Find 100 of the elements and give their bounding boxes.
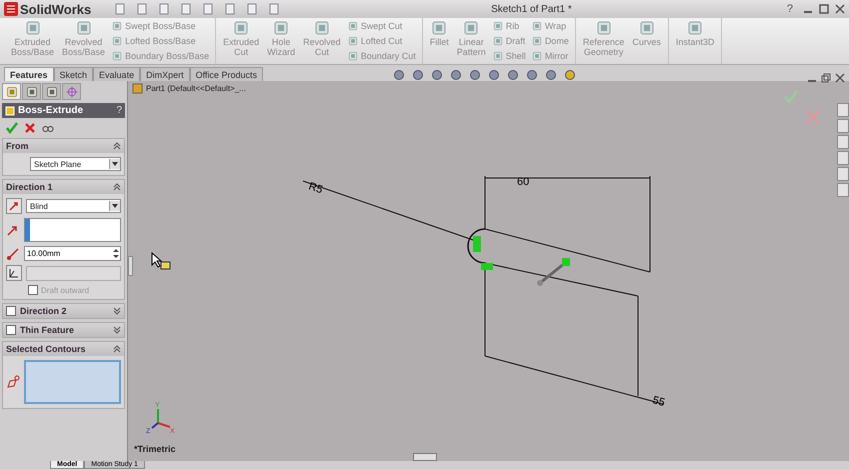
- help-button[interactable]: ?: [116, 105, 122, 116]
- collapse-icon: [113, 142, 121, 150]
- feature-icon: [112, 20, 122, 31]
- collapse-icon: [113, 345, 121, 353]
- panel-collapse-handle[interactable]: [128, 256, 133, 276]
- feature-icon: [596, 20, 612, 36]
- depth-icon: [6, 246, 20, 260]
- view-orientation-label: *Trimetric: [134, 444, 176, 454]
- draft-button[interactable]: [6, 265, 22, 281]
- ribbon-button[interactable]: Revolved Boss/Base: [59, 18, 108, 64]
- command-tab[interactable]: DimXpert: [140, 67, 190, 81]
- part-icon: [132, 83, 143, 94]
- window-title: Sketch1 of Part1 *: [490, 4, 573, 14]
- sketch-relation-icon: [473, 236, 493, 270]
- drag-arrow-icon: [537, 258, 570, 286]
- feature-icon: [532, 36, 542, 46]
- feature-icon: [273, 20, 290, 36]
- ribbon-button[interactable]: Hole Wizard: [264, 18, 298, 64]
- ribbon-button[interactable]: Revolved Cut: [300, 18, 344, 64]
- ribbon-button[interactable]: Rib: [490, 20, 528, 31]
- feature-icon: [532, 51, 542, 62]
- property-icon: [26, 86, 38, 98]
- feature-icon: [348, 51, 358, 62]
- ribbon-button[interactable]: Lofted Boss/Base: [110, 36, 212, 46]
- ribbon-button[interactable]: Dome: [530, 36, 571, 46]
- manager-tab[interactable]: [22, 83, 41, 100]
- ribbon-button[interactable]: Linear Pattern: [454, 18, 489, 64]
- command-tab[interactable]: Features: [4, 67, 54, 81]
- feature-icon: [24, 20, 41, 36]
- ribbon-button[interactable]: Boundary Boss/Base: [110, 51, 212, 62]
- app-logo: SolidWorks: [4, 2, 92, 16]
- close-icon[interactable]: [835, 73, 845, 83]
- ribbon-button[interactable]: Swept Cut: [346, 20, 418, 31]
- manager-tab[interactable]: [42, 83, 61, 100]
- ribbon-button[interactable]: Extruded Cut: [220, 18, 262, 64]
- dimension-label[interactable]: R5: [307, 180, 324, 196]
- ribbon-button[interactable]: Curves: [629, 18, 664, 64]
- feature-icon: [638, 20, 655, 36]
- feature-title: Boss-Extrude: [18, 105, 84, 116]
- depth-field[interactable]: 10.00mm: [24, 246, 121, 261]
- feature-icon: [492, 36, 503, 46]
- caret-icon: [109, 201, 120, 211]
- reverse-direction-button[interactable]: [6, 198, 22, 214]
- command-tab[interactable]: Office Products: [190, 67, 263, 81]
- ribbon-button[interactable]: Boundary Cut: [346, 51, 418, 62]
- caret-icon: [109, 159, 120, 169]
- close-icon[interactable]: [835, 4, 845, 14]
- from-dropdown[interactable]: Sketch Plane: [30, 157, 121, 171]
- ribbon-button[interactable]: Instant3D: [672, 18, 718, 64]
- ribbon-button[interactable]: Extruded Boss/Base: [8, 18, 58, 64]
- ribbon-button[interactable]: Shell: [490, 51, 528, 62]
- ribbon-button[interactable]: Reference Geometry: [580, 18, 628, 64]
- ribbon-button[interactable]: Fillet: [426, 18, 452, 64]
- feature-tree-item[interactable]: Part1 (Default<<Default>_...: [132, 83, 246, 94]
- ribbon-button[interactable]: Swept Boss/Base: [110, 20, 212, 31]
- expand-icon: [113, 326, 121, 334]
- feature-icon: [112, 36, 122, 46]
- feature-icon: [112, 51, 122, 62]
- command-tab[interactable]: Sketch: [54, 67, 94, 81]
- section-header[interactable]: Selected Contours: [3, 342, 124, 356]
- checkbox[interactable]: [6, 306, 16, 316]
- target-icon: [66, 86, 78, 98]
- ribbon-button[interactable]: Wrap: [530, 20, 571, 31]
- checkbox[interactable]: [6, 325, 16, 335]
- feature-icon: [348, 36, 358, 46]
- maximize-icon[interactable]: [819, 4, 829, 14]
- ribbon-button[interactable]: Mirror: [530, 51, 571, 62]
- ribbon-button[interactable]: Lofted Cut: [346, 36, 418, 46]
- ok-check-icon[interactable]: [783, 89, 799, 105]
- feature-icon: [348, 20, 358, 31]
- feature-icon: [431, 20, 448, 36]
- draft-outward-checkbox[interactable]: Draft outward: [6, 285, 121, 295]
- feature-icon: [463, 20, 480, 36]
- section-header[interactable]: From: [3, 139, 124, 153]
- cancel-icon[interactable]: [24, 122, 36, 134]
- command-tab[interactable]: Evaluate: [93, 67, 140, 81]
- feature-icon: [314, 20, 330, 36]
- expand-icon: [113, 307, 121, 315]
- manager-tab[interactable]: [2, 83, 21, 100]
- spin-arrows-icon: [112, 247, 120, 260]
- axis-triad-icon: [151, 409, 170, 429]
- section-header[interactable]: Direction 1: [3, 180, 124, 194]
- dimension-label[interactable]: 55: [651, 394, 666, 410]
- direction-field[interactable]: [24, 218, 121, 242]
- end-condition-dropdown[interactable]: Blind: [26, 199, 121, 213]
- configuration-icon: [46, 86, 58, 98]
- restore-icon[interactable]: [821, 73, 831, 83]
- ok-check-icon[interactable]: [6, 122, 18, 134]
- collapse-icon: [113, 183, 121, 191]
- expand-handle[interactable]: [413, 453, 437, 461]
- feature-icon: [687, 20, 704, 36]
- section-header[interactable]: Direction 2: [3, 304, 124, 318]
- feature-icon: [492, 51, 503, 62]
- manager-tab[interactable]: [62, 83, 81, 100]
- section-header[interactable]: Thin Feature: [3, 323, 124, 337]
- draft-angle-field[interactable]: [26, 266, 121, 280]
- dimension-label[interactable]: 60: [517, 176, 530, 188]
- ribbon-button[interactable]: Draft: [490, 36, 528, 46]
- feature-icon: [492, 20, 503, 31]
- help-button[interactable]: ?: [782, 3, 797, 15]
